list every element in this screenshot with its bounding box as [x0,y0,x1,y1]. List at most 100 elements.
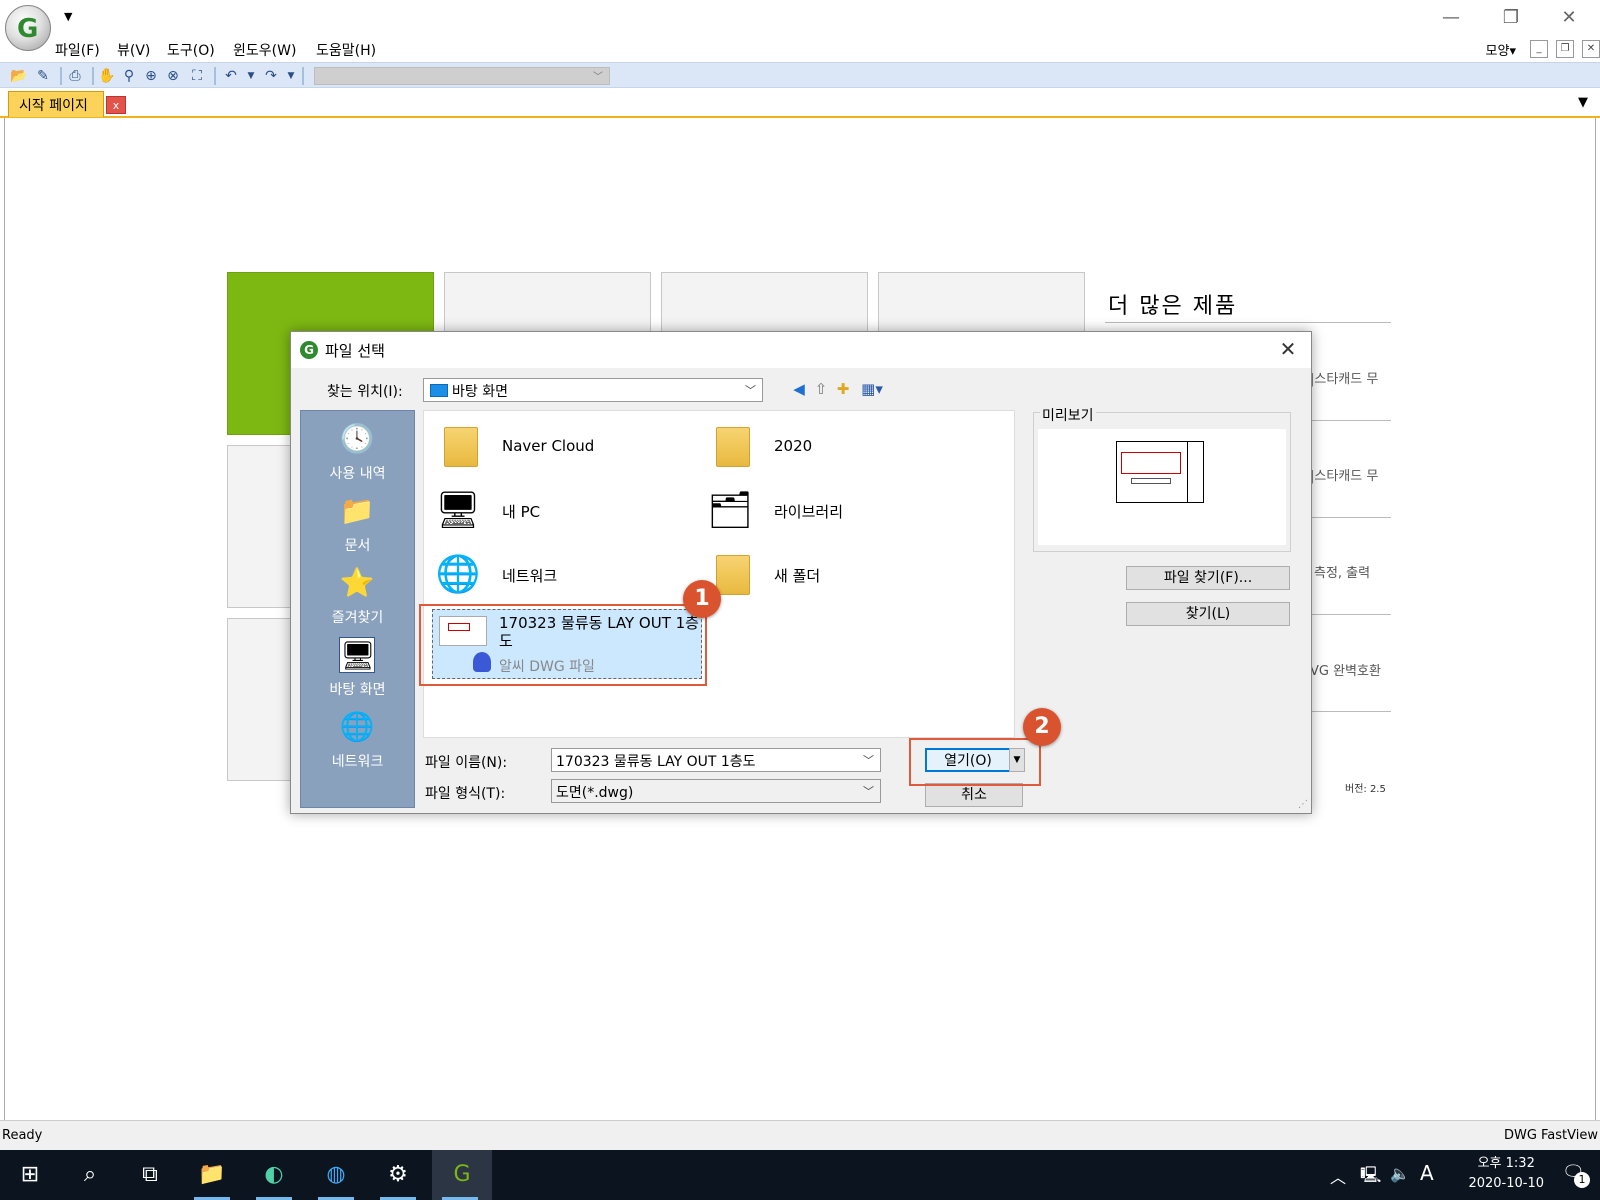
notification-count: 1 [1574,1172,1590,1188]
mdi-close-icon[interactable]: ✕ [1582,40,1600,58]
volume-icon[interactable]: 🔈 [1390,1164,1410,1183]
task-view-icon[interactable]: ⧉ [122,1150,178,1200]
tab-list-dropdown-icon[interactable]: ▼ [1578,95,1588,110]
back-icon[interactable]: ◀ [789,379,809,399]
view-menu-icon[interactable]: ▦▾ [857,379,887,399]
dwg-fastview-taskbar-icon[interactable]: G [432,1150,492,1200]
list-item[interactable]: Naver Cloud [432,417,692,477]
mdi-restore-icon[interactable]: ❐ [1556,40,1574,58]
chevron-up-icon[interactable]: ︿ [1330,1164,1346,1188]
up-folder-icon[interactable]: ⇧ [811,379,831,399]
place-desktop[interactable]: 🖥 바탕 화면 [301,633,414,703]
look-in-label: 찾는 위치(I): [327,384,403,400]
product-snippet[interactable]: |스타캐드 무 [1310,465,1378,484]
pan-hand-icon[interactable]: ✋ [98,67,116,85]
item-name: 2020 [774,437,813,455]
chevron-down-icon: ﹀ [863,785,874,798]
item-name: 새 폴더 [774,567,821,585]
menu-help[interactable]: 도움말(H) [316,40,376,60]
open-file-icon[interactable]: 📂 [10,67,28,85]
item-name: Naver Cloud [502,437,595,455]
file-name-field[interactable]: 170323 물류동 LAY OUT 1층도 ﹀ [551,748,881,772]
dialog-title-bar: G 파일 선택 ✕ [291,332,1311,368]
list-item[interactable]: 🗂 라이브러리 [704,481,964,541]
undo-dropdown-icon[interactable]: ▼ [242,67,260,85]
search-button[interactable]: 찾기(L) [1126,602,1290,626]
notification-icon[interactable]: 🗨 1 [1562,1162,1590,1188]
shape-menu[interactable]: 모양▾ [1486,40,1516,59]
list-item[interactable]: 2020 [704,417,964,477]
menu-tools[interactable]: 도구(O) [167,40,215,60]
edge-browser-icon[interactable]: ◍ [308,1150,364,1200]
place-label: 사용 내역 [329,466,386,482]
resize-grip-icon[interactable]: ⋰ [1298,799,1308,810]
place-documents[interactable]: 📁 문서 [301,489,414,559]
place-favorites[interactable]: ⭐ 즐겨찾기 [301,561,414,631]
menu-window[interactable]: 윈도우(W) [233,40,296,60]
ime-indicator[interactable]: A [1420,1161,1434,1185]
place-history[interactable]: 🕓 사용 내역 [301,417,414,487]
list-item[interactable]: 새 폴더 [704,545,964,605]
item-name: 네트워크 [502,567,558,585]
mdi-minimize-icon[interactable]: _ [1530,40,1548,58]
close-icon[interactable]: ✕ [1546,6,1592,30]
start-icon[interactable]: ⊞ [2,1150,58,1200]
app-icon[interactable]: ◐ [246,1150,302,1200]
clock-date: 2020-10-10 [1468,1176,1544,1191]
place-network[interactable]: 🌐 네트워크 [301,705,414,775]
folder-icon [716,555,750,595]
title-bar: G ▼ — ❐ ✕ [0,0,1600,51]
find-file-button[interactable]: 파일 찾기(F)... [1126,566,1290,590]
menu-view[interactable]: 뷰(V) [117,40,150,60]
folder-icon [444,427,478,467]
network-icon: 🌐 [339,710,375,743]
undo-icon[interactable]: ↶ [222,67,240,85]
divider [1105,322,1391,323]
toolbar-separator [60,67,62,85]
cancel-button[interactable]: 취소 [925,783,1023,807]
dialog-title: 파일 선택 [325,342,385,360]
edit-file-icon[interactable]: ✎ [34,67,52,85]
tab-start-page[interactable]: 시작 페이지 [8,91,104,117]
tab-close-button[interactable]: x [106,96,126,114]
place-label: 바탕 화면 [329,682,386,698]
highlight-box-2 [909,738,1041,786]
list-item[interactable]: 🌐 네트워크 [432,545,692,605]
redo-dropdown-icon[interactable]: ▼ [282,67,300,85]
file-type-select[interactable]: 도면(*.dwg) ﹀ [551,779,881,803]
look-in-combo[interactable]: 바탕 화면 ﹀ [423,378,763,402]
desktop-icon: 🖥 [339,637,376,673]
clock[interactable]: 오후 1:32 2020-10-10 [1468,1154,1544,1194]
zoom-in-icon[interactable]: ⊕ [142,67,160,85]
zoom-window-icon[interactable]: ⊗ [164,67,182,85]
quick-access-dropdown-icon[interactable]: ▼ [64,10,72,23]
list-item[interactable]: 🖥 내 PC [432,481,692,541]
network-icon: 🌐 [435,554,481,595]
print-icon[interactable]: ⎙ [66,67,84,85]
menu-file[interactable]: 파일(F) [55,40,100,60]
chevron-down-icon: ﹀ [863,754,874,767]
product-snippet[interactable]: VG 완벽호환 [1310,660,1381,679]
minimize-icon[interactable]: — [1428,6,1474,30]
layer-combo[interactable]: ﹀ [314,67,610,85]
product-snippet[interactable]: |스타캐드 무 [1310,368,1378,387]
network-status-icon[interactable]: 🖳 [1360,1164,1381,1191]
zoom-icon[interactable]: ⚲ [120,67,138,85]
toolbar-separator [214,67,216,85]
look-in-value: 바탕 화면 [452,384,508,400]
file-explorer-icon[interactable]: 📁 [184,1150,240,1200]
redo-icon[interactable]: ↷ [262,67,280,85]
dialog-close-button[interactable]: ✕ [1275,336,1301,362]
step-marker-1: 1 [683,580,721,618]
search-icon[interactable]: ⌕ [62,1150,118,1200]
product-snippet[interactable]: 측정, 출력 [1314,562,1370,581]
file-name-label: 파일 이름(N): [425,755,508,771]
status-text: Ready [2,1128,43,1143]
new-folder-icon[interactable]: ✚ [833,379,853,399]
restore-icon[interactable]: ❐ [1488,6,1534,30]
file-open-dialog: G 파일 선택 ✕ 찾는 위치(I): 바탕 화면 ﹀ ◀ ⇧ ✚ ▦▾ 🕓 사… [290,331,1312,814]
tab-label: 시작 페이지 [19,98,88,114]
app-name: DWG FastView [1503,1128,1598,1143]
app-icon[interactable]: ⚙ [370,1150,426,1200]
zoom-extents-icon[interactable]: ⛶ [188,67,206,85]
